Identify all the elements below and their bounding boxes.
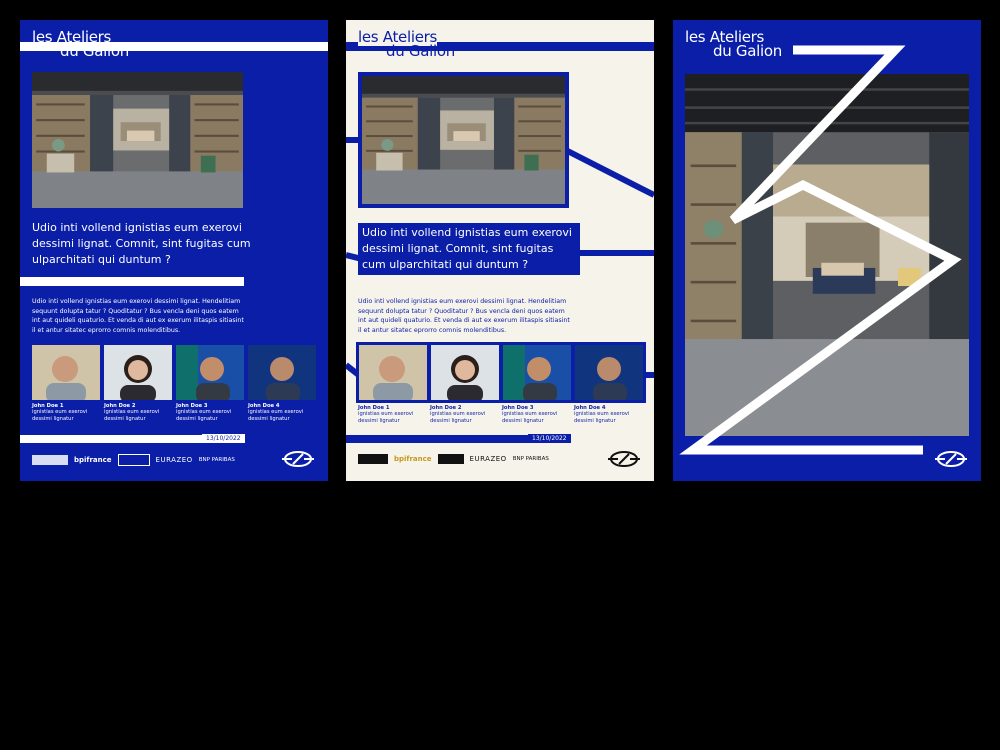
partner-eurazeo: EURAZEO bbox=[155, 456, 193, 464]
speaker-photo-4 bbox=[248, 345, 316, 400]
speaker-photo-4 bbox=[575, 345, 643, 400]
body-text: Udio inti vollend ignistias eum exerovi … bbox=[358, 298, 570, 334]
speaker-caption: John Doe 2 ignistias eum exerovi dessimi … bbox=[104, 403, 160, 422]
speaker-photo-3 bbox=[503, 345, 571, 400]
speaker-photo-2 bbox=[431, 345, 499, 400]
event-date: 13/10/2022 bbox=[202, 434, 245, 443]
partner-bnp: BNP PARIBAS bbox=[198, 457, 235, 463]
headline: Udio inti vollend ignistias eum exerovi … bbox=[32, 221, 251, 266]
interior-photo bbox=[358, 72, 569, 208]
event-date: 13/10/2022 bbox=[528, 434, 571, 443]
partner-bnp: BNP PARIBAS bbox=[512, 456, 549, 462]
headline: Udio inti vollend ignistias eum exerovi … bbox=[358, 223, 580, 275]
partner-logo-3 bbox=[117, 454, 150, 466]
partner-bpifrance: bpifrance bbox=[394, 455, 432, 463]
speaker-caption: John Doe 1 ignistias eum exerovi dessimi … bbox=[32, 403, 88, 422]
poster-cream: les Ateliers du Galion Udio inti vollend… bbox=[346, 20, 654, 481]
speaker-photo-1 bbox=[359, 345, 427, 400]
speaker-photo-1 bbox=[32, 345, 100, 400]
speaker-photos bbox=[32, 345, 316, 400]
partner-logo-3 bbox=[437, 454, 464, 464]
speaker-caption: John Doe 3 ignistias eum exerovi dessimi … bbox=[176, 403, 232, 422]
galion-mark-icon bbox=[608, 451, 640, 467]
partner-logos: bpifrance EURAZEO BNP PARIBAS bbox=[358, 454, 549, 464]
speaker-captions: John Doe 1 ignistias eum exerovi dessimi … bbox=[358, 405, 642, 424]
speaker-caption: John Doe 3 ignistias eum exerovi dessimi … bbox=[502, 405, 558, 424]
speaker-photo-2 bbox=[104, 345, 172, 400]
poster-photo: les Ateliers du Galion bbox=[673, 20, 981, 481]
title-rule bbox=[20, 42, 328, 51]
partner-logos: bpifrance EURAZEO BNP PARIBAS bbox=[32, 454, 235, 466]
zigzag-graphic bbox=[679, 45, 962, 455]
section-rule bbox=[20, 277, 244, 286]
partner-bpifrance: bpifrance bbox=[74, 456, 112, 464]
speaker-photo-3 bbox=[176, 345, 244, 400]
galion-mark-icon bbox=[282, 451, 314, 467]
speaker-captions: John Doe 1 ignistias eum exerovi dessimi … bbox=[32, 403, 316, 422]
speaker-caption: John Doe 4 ignistias eum exerovi dessimi … bbox=[574, 405, 630, 424]
speaker-caption: John Doe 2 ignistias eum exerovi dessimi … bbox=[430, 405, 486, 424]
partner-logo-1 bbox=[32, 455, 68, 465]
galion-mark-icon bbox=[935, 451, 967, 467]
speaker-caption: John Doe 1 ignistias eum exerovi dessimi … bbox=[358, 405, 414, 424]
poster-blue: les Ateliers du Galion Udio inti vollend… bbox=[20, 20, 328, 481]
speaker-caption: John Doe 4 ignistias eum exerovi dessimi … bbox=[248, 403, 304, 422]
interior-photo bbox=[32, 72, 243, 208]
speaker-photos bbox=[356, 342, 646, 403]
partner-logo-1 bbox=[358, 454, 388, 464]
partner-eurazeo: EURAZEO bbox=[469, 455, 507, 463]
body-text: Udio inti vollend ignistias eum exerovi … bbox=[32, 298, 244, 334]
